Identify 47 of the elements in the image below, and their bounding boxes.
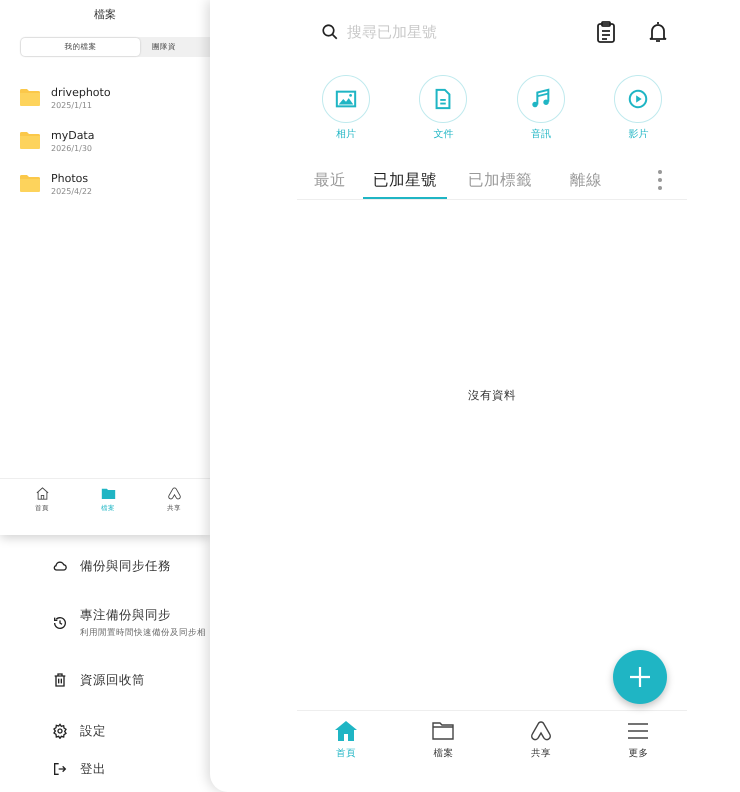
tab[interactable]: 已加星號 <box>363 163 447 199</box>
history-icon <box>52 615 68 631</box>
home-icon <box>34 486 50 501</box>
menu-item[interactable]: 專注備份與同步 <box>80 607 206 624</box>
image-icon <box>334 88 357 110</box>
folder-icon <box>20 89 40 106</box>
share-icon <box>528 719 553 743</box>
menu-item[interactable]: 備份與同步任務 <box>80 558 171 574</box>
folder-date: 2026/1/30 <box>51 144 94 152</box>
category-button[interactable] <box>614 75 662 123</box>
folder-name[interactable]: myData <box>51 128 94 142</box>
folder-date: 2025/4/22 <box>51 186 92 196</box>
folder-name[interactable]: Photos <box>51 172 92 184</box>
music-icon <box>530 88 552 110</box>
nav-tab[interactable]: 檔案 <box>394 719 492 792</box>
folder-icon <box>100 486 116 501</box>
play-icon <box>627 88 650 110</box>
category-button[interactable] <box>516 75 565 123</box>
home-icon <box>334 719 358 743</box>
folder-date: 2025/1/11 <box>51 100 94 110</box>
trash-icon <box>52 672 68 688</box>
category-label: 影片 <box>628 128 648 141</box>
nav-tab[interactable]: 更多 <box>590 719 687 792</box>
empty-message: 沒有資料 <box>468 388 516 402</box>
nav-tab[interactable]: 共享 <box>492 719 590 792</box>
more-icon[interactable] <box>658 170 662 190</box>
category-label: 文件 <box>433 128 454 141</box>
menu-item[interactable]: 資源回收筒 <box>80 672 145 688</box>
folder-icon <box>20 175 40 192</box>
bell-icon[interactable] <box>648 21 668 43</box>
folder-name[interactable]: drivephoto <box>51 86 111 98</box>
window-title: 檔案 <box>94 8 116 21</box>
category-label: 相片 <box>336 128 356 141</box>
category-button[interactable] <box>322 75 370 123</box>
plus-icon <box>629 666 651 688</box>
clipboard-icon[interactable] <box>596 21 616 43</box>
category-label: 音訊 <box>530 128 551 141</box>
settings-icon <box>52 723 68 739</box>
menu-item[interactable]: 設定 <box>80 722 106 740</box>
logout-icon <box>52 761 68 777</box>
share-icon <box>166 486 182 501</box>
menu-item[interactable]: 登出 <box>80 760 106 778</box>
add-button[interactable] <box>613 650 667 704</box>
category-button[interactable] <box>419 75 468 123</box>
menu-item-subtitle: 利用閒置時間快速備份及同步相 <box>80 627 206 639</box>
search-icon <box>321 23 339 41</box>
folder-icon <box>20 132 40 149</box>
